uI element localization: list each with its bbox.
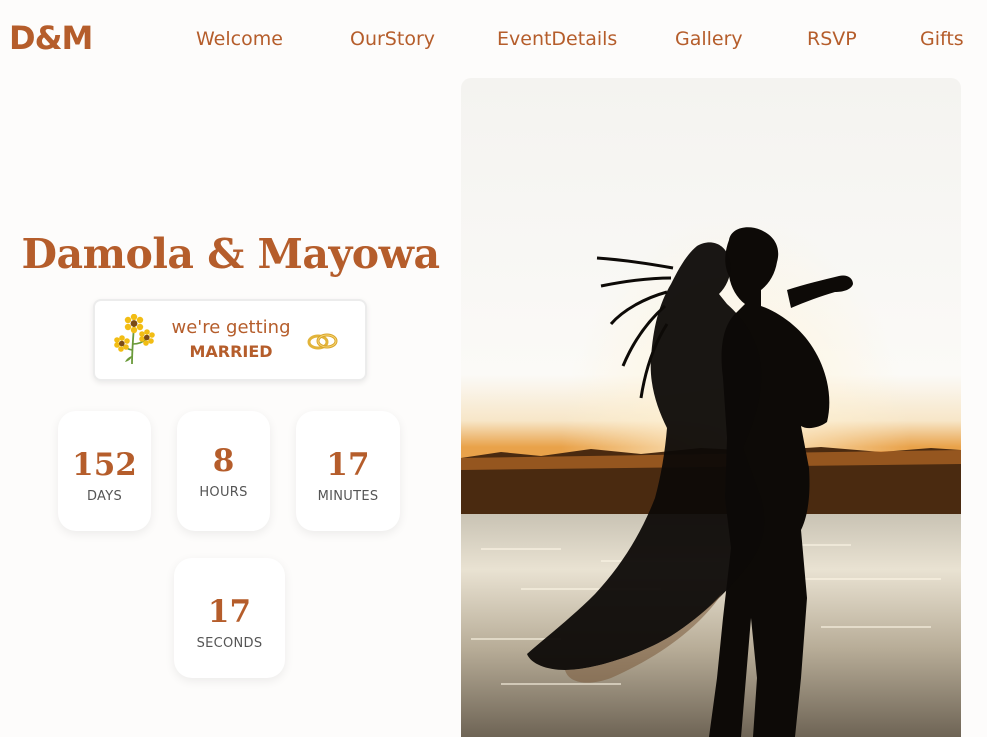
nav-link-event-details[interactable]: EventDetails — [497, 28, 617, 50]
nav-link-welcome[interactable]: Welcome — [196, 28, 283, 50]
nav-link-gifts[interactable]: Gifts — [920, 28, 964, 50]
countdown-seconds-value: 17 — [207, 594, 252, 630]
countdown-days-label: DAYS — [86, 489, 123, 504]
tagline-line-2: MARRIED — [189, 342, 273, 361]
getting-married-text: we're getting MARRIED — [165, 317, 297, 361]
countdown-hours-value: 8 — [212, 443, 235, 479]
couple-names-heading: Damola & Mayowa — [21, 230, 440, 278]
couple-silhouette-sunset-photo — [461, 78, 961, 737]
countdown-minutes-value: 17 — [326, 447, 370, 483]
countdown-seconds-label: SECONDS — [196, 636, 263, 651]
countdown-seconds-card: 17 SECONDS — [174, 558, 285, 678]
countdown-hours-label: HOURS — [199, 485, 248, 500]
main-nav: Welcome OurStory EventDetails Gallery RS… — [0, 28, 987, 54]
countdown-days-card: 152 DAYS — [58, 411, 151, 531]
tagline-line-1: we're getting — [171, 317, 291, 338]
nav-link-our-story[interactable]: OurStory — [350, 28, 435, 50]
wedding-rings-icon — [307, 333, 338, 350]
countdown-hours-card: 8 HOURS — [177, 411, 270, 531]
sunflower-icon — [114, 314, 155, 365]
nav-link-rsvp[interactable]: RSVP — [807, 28, 857, 50]
countdown-days-value: 152 — [72, 447, 137, 483]
countdown-minutes-label: MINUTES — [317, 489, 379, 504]
countdown-minutes-card: 17 MINUTES — [296, 411, 400, 531]
nav-link-gallery[interactable]: Gallery — [675, 28, 743, 50]
